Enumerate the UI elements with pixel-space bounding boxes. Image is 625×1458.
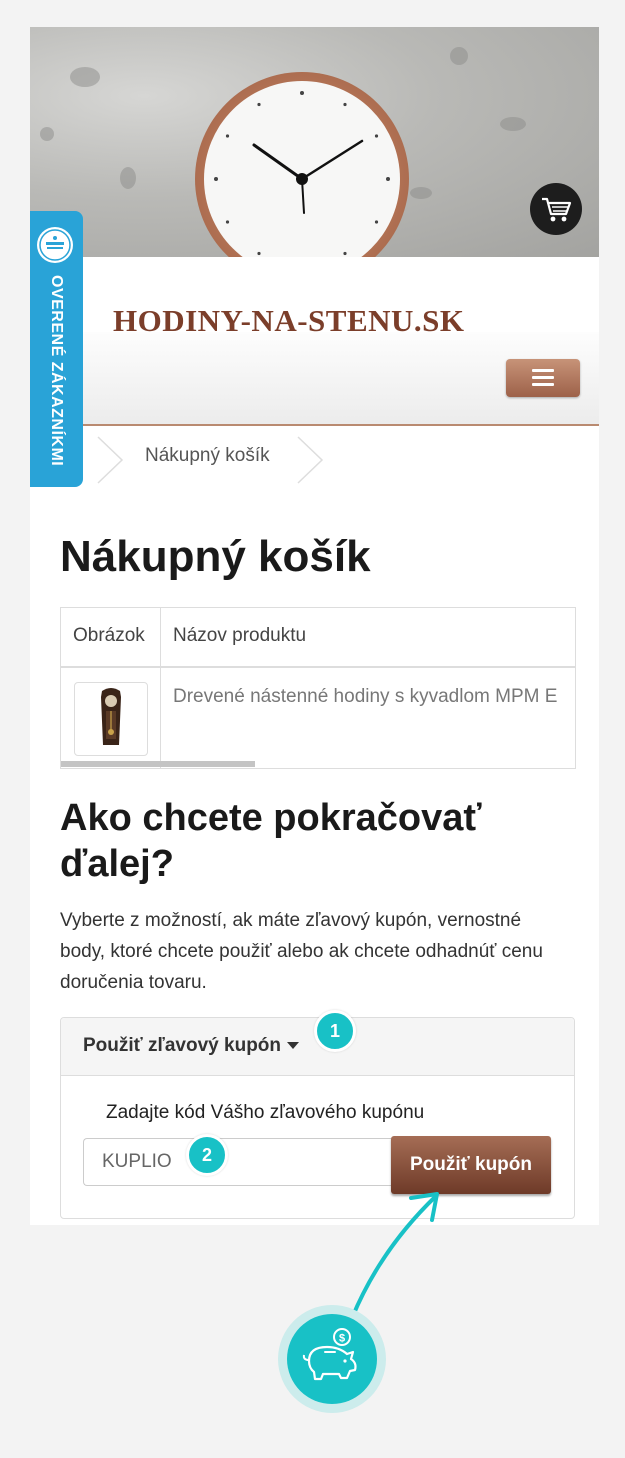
coupon-panel: Použiť zľavový kupón Zadajte kód Vášho z… [60,1017,575,1219]
menu-button[interactable] [506,359,580,397]
page-container: HODINY-NA-STENU.SK Nákupný košík Nákupný… [30,27,599,1225]
header-banner [30,27,599,257]
header-product-name: Názov produktu [173,625,307,646]
verified-customers-badge[interactable]: OVERENÉ ZÁKAZNÍKMI [30,211,83,487]
table-row: Drevené nástenné hodiny s kyvadlom MPM E [161,668,575,768]
hamburger-icon [532,369,554,372]
caret-down-icon [287,1042,300,1050]
product-name[interactable]: Drevené nástenné hodiny s kyvadlom MPM E [173,686,557,708]
verified-seal-icon [37,227,73,263]
coupon-code-input[interactable] [83,1138,391,1186]
table-header: Obrázok [61,608,161,668]
breadcrumb: Nákupný košík [30,425,599,495]
navbar [30,332,599,426]
cart-button[interactable] [530,183,582,235]
coupon-panel-title: Použiť zľavový kupón [83,1035,282,1056]
next-steps-description: Vyberte z možností, ak máte zľavový kupó… [60,910,543,993]
header-image: Obrázok [73,625,145,646]
table-header: Názov produktu [161,608,575,668]
shopping-cart-icon [542,197,572,222]
piggy-bank-icon: $ [302,1328,357,1381]
breadcrumb-current[interactable]: Nákupný košík [145,445,270,467]
piggy-bank-badge: $ [278,1305,386,1413]
svg-text:$: $ [339,1333,345,1345]
step-2-marker: 2 [186,1134,228,1176]
coupon-field-label: Zadajte kód Vášho zľavového kupónu [106,1102,425,1123]
table-row [61,668,161,768]
coupon-panel-toggle[interactable]: Použiť zľavový kupón [83,1035,300,1057]
verified-badge-label: OVERENÉ ZÁKAZNÍKMI [48,275,65,467]
cart-table: Obrázok Názov produktu Drevené nástenné … [60,607,576,769]
horizontal-scrollbar[interactable] [61,761,255,767]
apply-coupon-button[interactable]: Použiť kupón [391,1136,551,1194]
page-title: Nákupný košík [60,532,371,581]
step-1-marker: 1 [314,1010,356,1052]
product-thumbnail[interactable] [74,682,148,756]
next-steps-heading: Ako chcete pokračovať ďalej? [60,797,482,885]
clock-image [195,72,409,257]
